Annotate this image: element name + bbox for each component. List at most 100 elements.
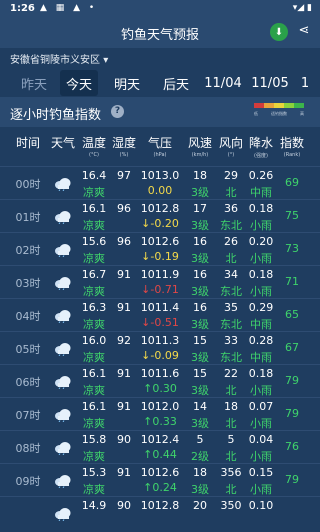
pressure: 1011.6 — [140, 367, 180, 380]
legend-swatch — [284, 103, 294, 108]
status-notification-icons: ▲ ▦ ▲ • — [40, 3, 98, 13]
wind-speed: 15 — [193, 334, 207, 347]
tab-3[interactable]: 后天 — [156, 70, 196, 96]
tab-4[interactable]: 11/04 — [202, 70, 244, 96]
table-row[interactable]: 05时 16.0 凉爽 92 1011.3 ↓-0.09 15 3级 33 东北 0.28 中雨 67 — [0, 331, 320, 364]
pressure-change: ↓-0.19 — [141, 250, 179, 263]
help-icon[interactable]: ? — [111, 105, 124, 118]
temperature: 16.1 — [81, 202, 107, 215]
legend-high-label: 高 — [300, 111, 304, 116]
rain-cloud-icon — [54, 440, 72, 456]
precipitation-label: 小雨 — [250, 252, 272, 265]
table-row[interactable]: 01时 16.1 凉爽 96 1012.8 ↓-0.20 17 3级 36 东北 0.18 小雨 75 — [0, 199, 320, 232]
wind-direction-name: 东北 — [220, 351, 242, 364]
temperature: 16.1 — [81, 367, 107, 380]
table-row[interactable]: 04时 16.3 凉爽 91 1011.4 ↓-0.51 16 3级 35 东北 0.29 中雨 65 — [0, 298, 320, 331]
wind-direction: 34 — [224, 268, 238, 281]
wind-level: 3级 — [191, 384, 209, 397]
temperature: 16.4 — [81, 169, 107, 182]
humidity: 91 — [117, 268, 131, 281]
fishing-index: 76 — [285, 440, 299, 453]
precipitation: 0.18 — [248, 202, 274, 215]
wind-level: 3级 — [191, 285, 209, 298]
wind-direction: 22 — [224, 367, 238, 380]
feel-label: 凉爽 — [83, 450, 105, 463]
hour-label: 05时 — [15, 343, 41, 356]
header-label: 时间 — [15, 136, 40, 150]
fishing-index: 75 — [285, 209, 299, 222]
share-icon[interactable]: ⋖ — [296, 23, 312, 41]
header-label: 指数 — [279, 136, 304, 150]
table-row[interactable]: 00时 16.4 凉爽 97 1013.0 0.00 18 3级 29 北 0.26 中雨 69 — [0, 166, 320, 199]
wind-speed: 15 — [193, 367, 207, 380]
pressure: 1011.3 — [140, 334, 180, 347]
wind-speed: 16 — [193, 301, 207, 314]
table-row[interactable]: 09时 15.3 凉爽 91 1012.6 ↑0.24 18 3级 356 北 0.15 小雨 79 — [0, 463, 320, 496]
legend-low-label: 低 — [254, 111, 258, 116]
precipitation: 0.04 — [248, 433, 274, 446]
download-badge-icon[interactable]: ⬇ — [270, 23, 288, 41]
wind-speed: 16 — [193, 268, 207, 281]
header-unit: (Rank) — [283, 152, 301, 158]
wind-speed: 14 — [193, 400, 207, 413]
temperature: 15.8 — [81, 433, 107, 446]
wind-speed: 18 — [193, 169, 207, 182]
header-7: 降水 (强度) — [246, 134, 276, 159]
table-row[interactable]: 06时 16.1 凉爽 91 1011.6 ↑0.30 15 3级 22 北 0.18 小雨 79 — [0, 364, 320, 397]
temperature: 15.6 — [81, 235, 107, 248]
location-selector[interactable]: 安徽省铜陵市义安区 ▾ — [10, 51, 108, 66]
wind-level: 3级 — [191, 252, 209, 265]
humidity: 90 — [117, 499, 131, 512]
chevron-down-icon: ▾ — [103, 55, 109, 66]
table-row[interactable]: 14.9 90 1012.8 20 350 0.10 — [0, 496, 320, 529]
wind-level: 3级 — [191, 351, 209, 364]
table-row[interactable]: 02时 15.6 凉爽 96 1012.6 ↓-0.19 16 3级 26 北 0.20 小雨 73 — [0, 232, 320, 265]
wind-direction-name: 东北 — [220, 285, 242, 298]
table-row[interactable]: 08时 15.8 凉爽 90 1012.4 ↑0.44 5 2级 5 北 0.04 小雨 76 — [0, 430, 320, 463]
wind-direction: 29 — [224, 169, 238, 182]
legend-swatch — [264, 103, 274, 108]
pressure-change: ↑0.44 — [143, 448, 177, 461]
pressure-change: ↓-0.09 — [141, 349, 179, 362]
wind-level: 3级 — [191, 318, 209, 331]
fishing-index: 73 — [285, 242, 299, 255]
status-bar: 1:26 ▲ ▦ ▲ • ▾◢ ▮ — [0, 0, 320, 18]
tab-2[interactable]: 明天 — [108, 70, 146, 96]
rain-cloud-icon — [54, 308, 72, 324]
header-unit: (°) — [227, 152, 235, 158]
tab-6[interactable]: 1 — [298, 70, 312, 96]
wind-level: 3级 — [191, 186, 209, 199]
temperature: 16.3 — [81, 301, 107, 314]
hour-label: 00时 — [15, 178, 41, 191]
wind-direction: 356 — [220, 466, 242, 479]
tab-0[interactable]: 昨天 — [16, 70, 52, 96]
wind-speed: 16 — [193, 235, 207, 248]
header-unit: (hPa) — [153, 152, 167, 158]
tab-1[interactable]: 今天 — [60, 70, 98, 96]
table-row[interactable]: 03时 16.7 凉爽 91 1011.9 ↓-0.71 16 3级 34 东北 0.18 小雨 71 — [0, 265, 320, 298]
section-header: 逐小时钓鱼指数 ? 低 适钓指数 高 — [0, 97, 320, 127]
header-unit: (°C) — [89, 152, 99, 158]
legend-swatch — [294, 103, 304, 108]
header-label: 气压 — [147, 136, 172, 150]
header-label: 风向 — [218, 136, 243, 150]
wind-direction: 26 — [224, 235, 238, 248]
fishing-index: 79 — [285, 407, 299, 420]
wind-speed: 20 — [193, 499, 207, 512]
wind-direction: 350 — [220, 499, 242, 512]
rain-cloud-icon — [54, 209, 72, 225]
table-row[interactable]: 07时 16.1 凉爽 91 1012.0 ↑0.33 14 3级 18 北 0.07 小雨 79 — [0, 397, 320, 430]
header-1: 天气 — [48, 134, 78, 152]
pressure: 1012.4 — [140, 433, 180, 446]
precipitation-label: 中雨 — [250, 318, 272, 331]
precipitation-label: 小雨 — [250, 219, 272, 232]
hour-label: 07时 — [15, 409, 41, 422]
pressure: 1012.6 — [140, 235, 180, 248]
tab-5[interactable]: 11/05 — [250, 70, 290, 96]
rain-cloud-icon — [54, 176, 72, 192]
precipitation: 0.18 — [248, 367, 274, 380]
feel-label: 凉爽 — [83, 417, 105, 430]
wind-speed: 18 — [193, 466, 207, 479]
header-unit: (强度) — [254, 153, 268, 159]
wind-direction-name: 东北 — [220, 318, 242, 331]
